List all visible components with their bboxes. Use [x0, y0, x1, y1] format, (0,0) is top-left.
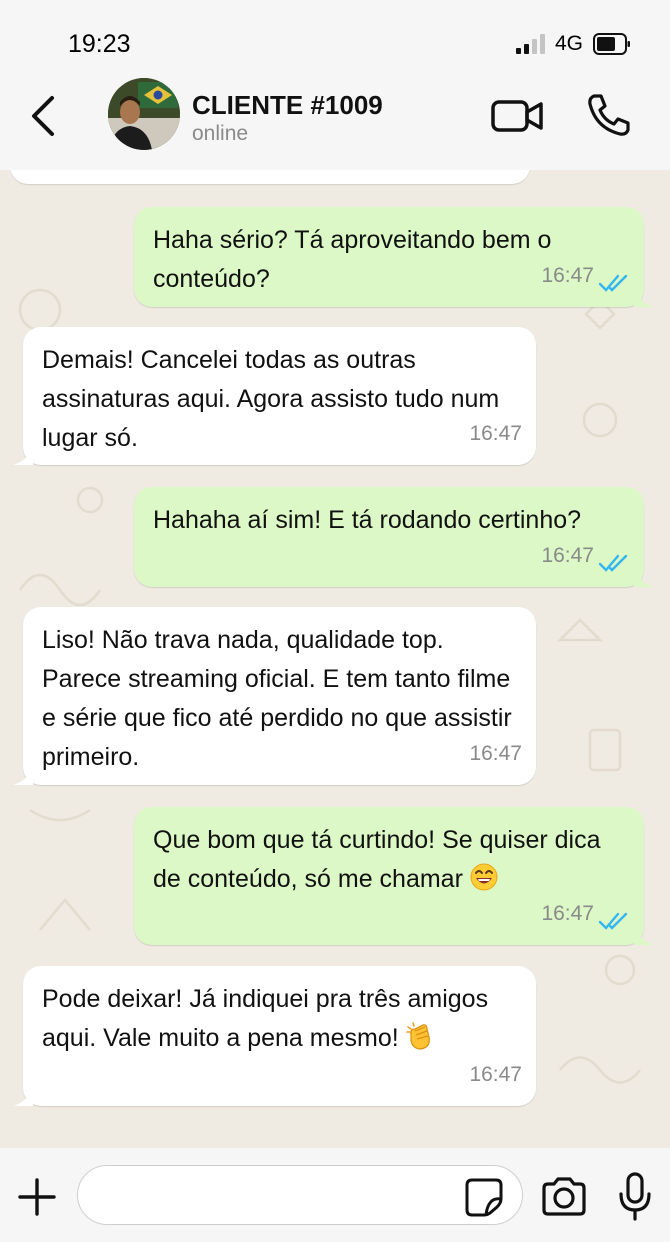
avatar-photo: [108, 78, 180, 150]
phone-call-icon[interactable]: [586, 92, 632, 138]
message-time: 16:47: [541, 902, 594, 925]
clapping-hands-emoji: [405, 1022, 430, 1050]
plus-icon[interactable]: [16, 1176, 58, 1218]
message-input[interactable]: [77, 1165, 523, 1225]
video-call-icon[interactable]: [490, 96, 544, 136]
chat-area[interactable]: 16:47 Haha sério? Tá aproveitando bem o …: [0, 170, 670, 1148]
composer-bar: [0, 1148, 670, 1242]
read-receipt-icon: [598, 274, 628, 292]
bubble-tail: [634, 569, 654, 587]
message-bubble-partial[interactable]: 16:47: [10, 170, 530, 184]
network-type: 4G: [555, 32, 584, 55]
message-bubble-outgoing[interactable]: Hahaha aí sim! E tá rodando certinho? 16…: [134, 487, 654, 587]
signal-strength-icon: [516, 34, 548, 54]
camera-icon[interactable]: [540, 1176, 588, 1218]
grinning-face-emoji: [470, 863, 498, 891]
bubble-tail: [13, 1088, 33, 1106]
message-text: Liso! Não trava nada, qualidade top. Par…: [42, 626, 512, 771]
message-text-container: Pode deixar! Já indiquei pra três amigos…: [23, 966, 536, 1058]
message-time: 16:47: [469, 1063, 522, 1086]
message-bubble-incoming[interactable]: Demais! Cancelei todas as outras assinat…: [13, 327, 536, 465]
contact-name[interactable]: CLIENTE #1009: [192, 90, 383, 121]
contact-avatar[interactable]: [108, 78, 180, 150]
message-bubble-outgoing[interactable]: Haha sério? Tá aproveitando bem o conteú…: [134, 207, 654, 307]
message-time: 16:47: [541, 544, 594, 567]
bubble-tail: [13, 447, 33, 465]
message-text-container: Que bom que tá curtindo! Se quiser dica …: [134, 807, 644, 899]
message-text: Que bom que tá curtindo! Se quiser dica …: [153, 826, 601, 893]
message-text: Demais! Cancelei todas as outras assinat…: [42, 346, 500, 452]
message-bubble-incoming[interactable]: Liso! Não trava nada, qualidade top. Par…: [13, 607, 536, 785]
message-time: 16:47: [541, 264, 594, 287]
back-arrow-icon[interactable]: [22, 94, 66, 138]
message-time: 16:47: [469, 742, 522, 765]
status-time: 19:23: [68, 30, 131, 58]
message-time: 16:47: [469, 422, 522, 445]
microphone-icon[interactable]: [616, 1172, 654, 1222]
message-text: Hahaha aí sim! E tá rodando certinho?: [153, 506, 582, 534]
message-time: 16:47: [459, 170, 512, 182]
message-bubble-outgoing[interactable]: Que bom que tá curtindo! Se quiser dica …: [134, 807, 654, 945]
read-receipt-icon: [598, 912, 628, 930]
message-bubble-incoming[interactable]: Pode deixar! Já indiquei pra três amigos…: [13, 966, 536, 1106]
bubble-tail: [634, 289, 654, 307]
read-receipt-icon: [598, 554, 628, 572]
sticker-icon[interactable]: [464, 1177, 504, 1217]
status-bar: 19:23 4G: [0, 0, 670, 84]
bubble-tail: [13, 767, 33, 785]
chat-header: CLIENTE #1009 online: [0, 78, 670, 171]
bubble-tail: [634, 927, 654, 945]
contact-status: online: [192, 122, 249, 145]
battery-icon: [593, 33, 630, 55]
